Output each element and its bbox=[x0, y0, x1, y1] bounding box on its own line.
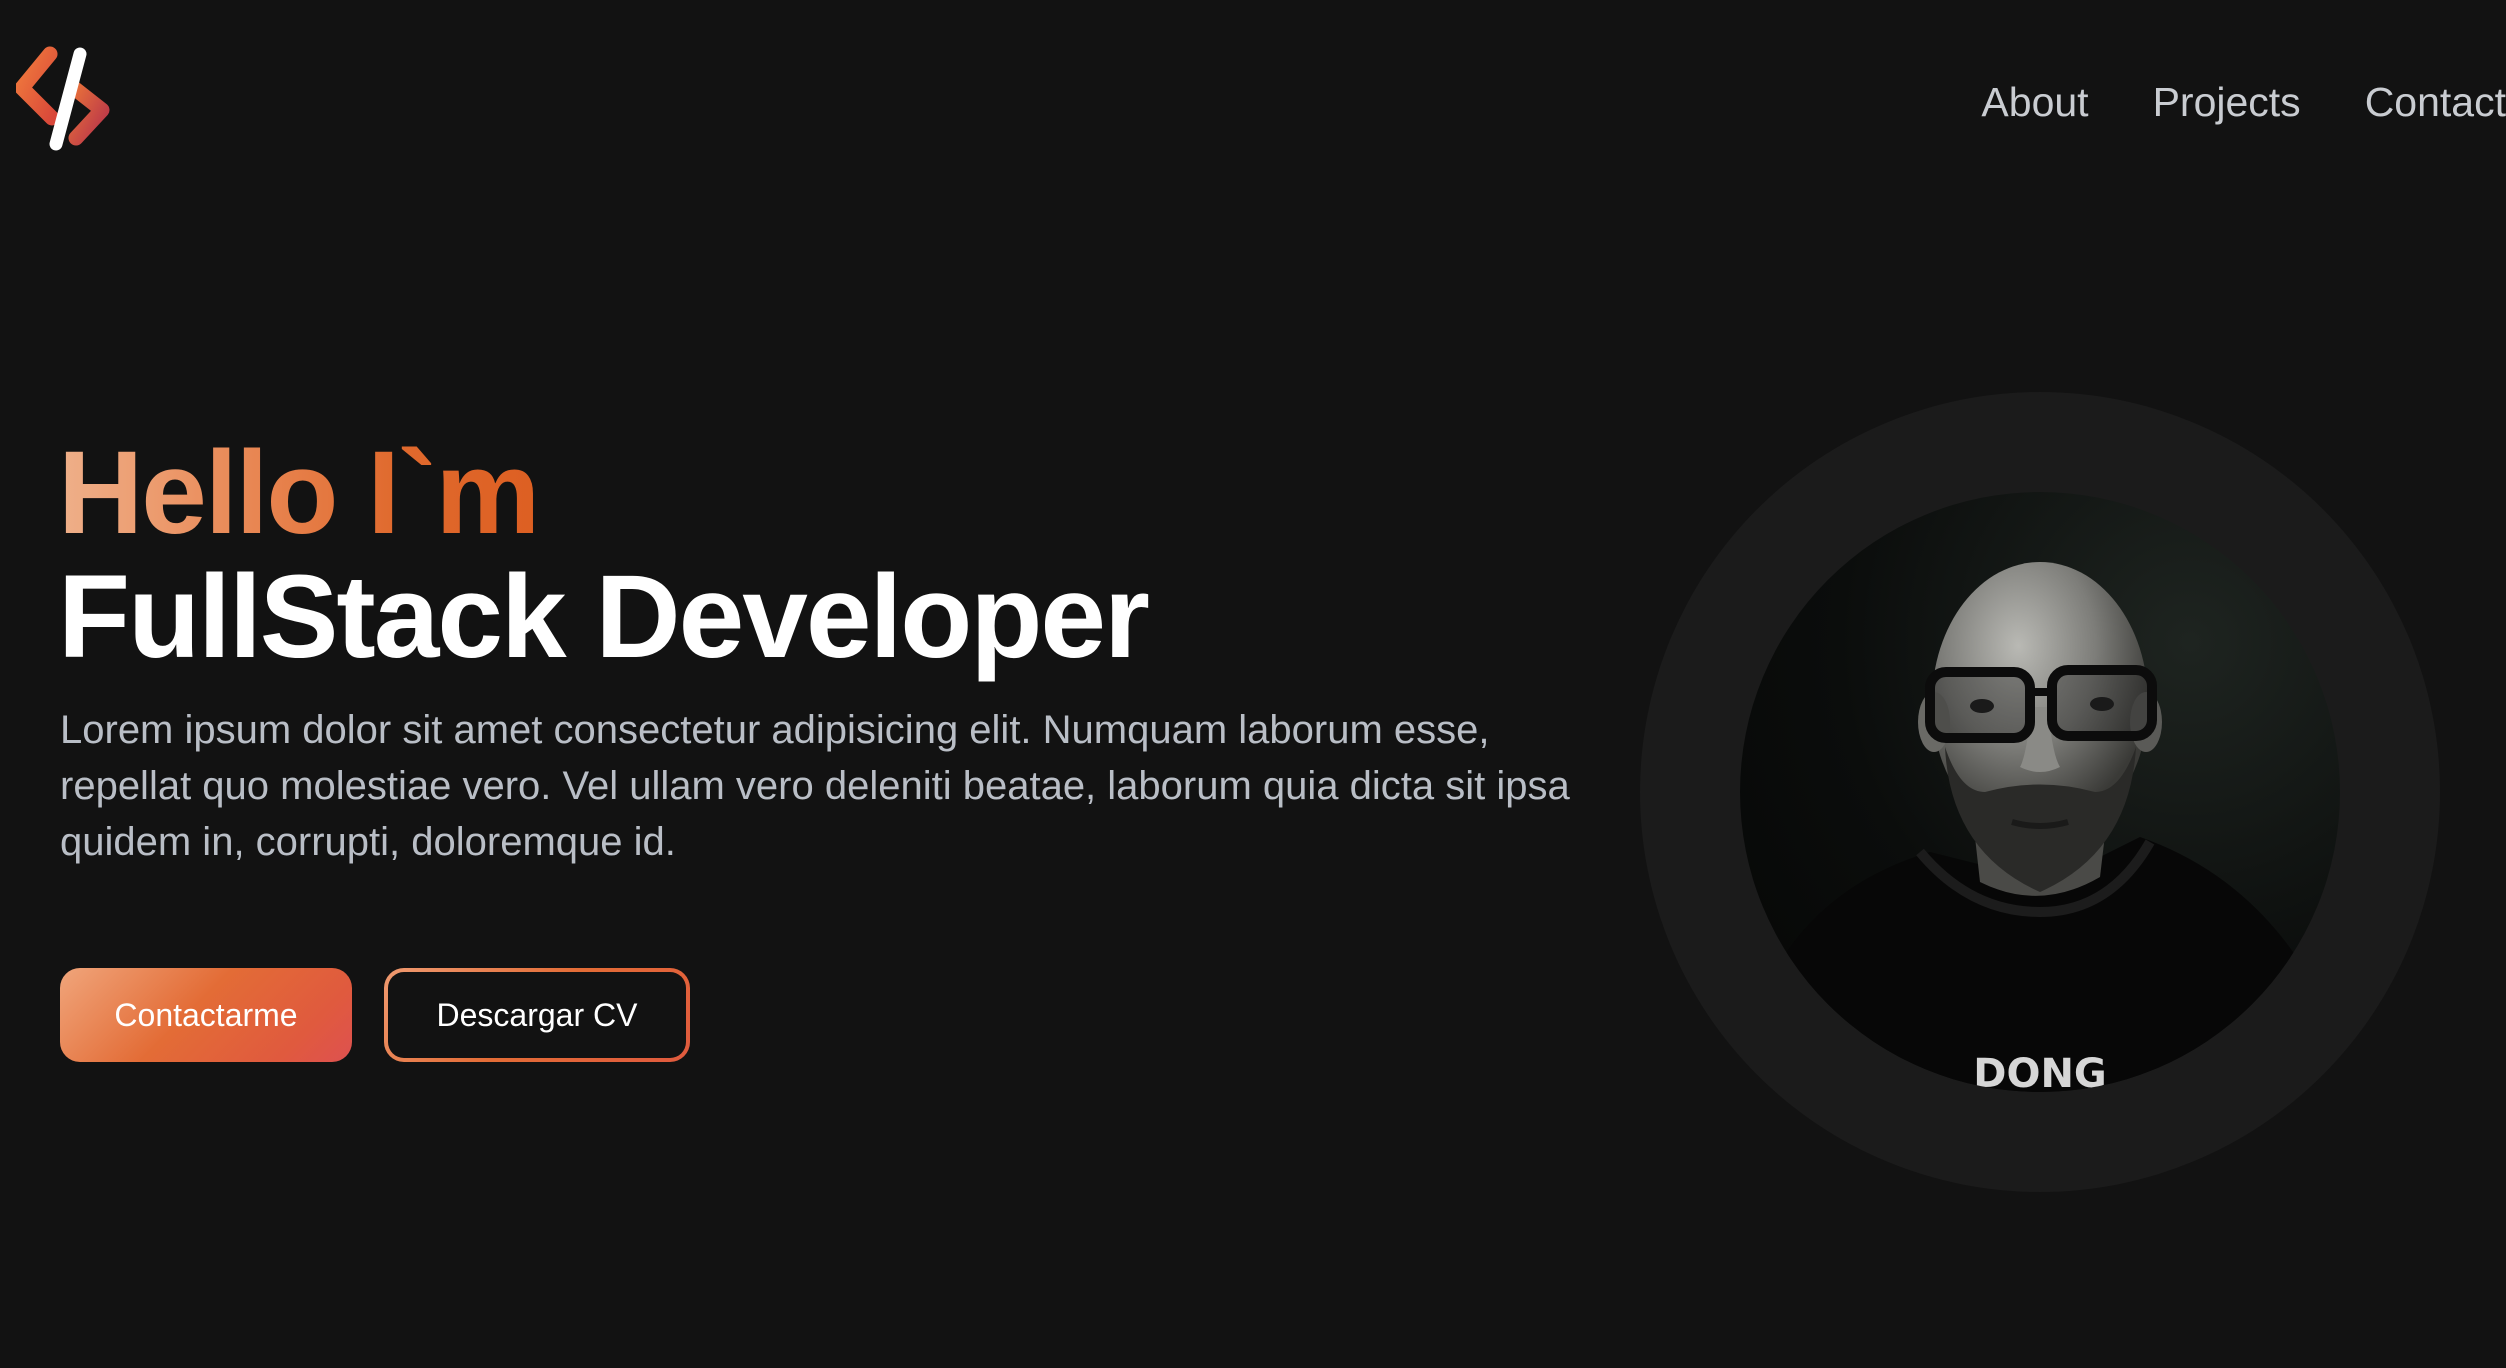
hero-role-title: FullStack Developer bbox=[58, 551, 1150, 683]
hero-greeting: Hello I`m bbox=[58, 427, 540, 559]
profile-photo: DONG bbox=[1740, 492, 2340, 1092]
main-nav: About Projects Contact bbox=[1917, 76, 2506, 128]
logo-icon[interactable] bbox=[14, 44, 112, 154]
svg-text:DONG: DONG bbox=[1973, 1051, 2107, 1092]
page: About Projects Contact Hello I`m FullSta… bbox=[0, 0, 2506, 1368]
download-cv-label: Descargar CV bbox=[388, 972, 686, 1058]
hero-description: Lorem ipsum dolor sit amet consectetur a… bbox=[60, 708, 1570, 864]
nav-item-contact[interactable]: Contact bbox=[2365, 76, 2506, 128]
contact-button[interactable]: Contactarme bbox=[60, 968, 352, 1062]
nav-item-about[interactable]: About bbox=[1981, 76, 2088, 128]
download-cv-button[interactable]: Descargar CV bbox=[384, 968, 690, 1062]
nav-item-projects[interactable]: Projects bbox=[2153, 76, 2301, 128]
